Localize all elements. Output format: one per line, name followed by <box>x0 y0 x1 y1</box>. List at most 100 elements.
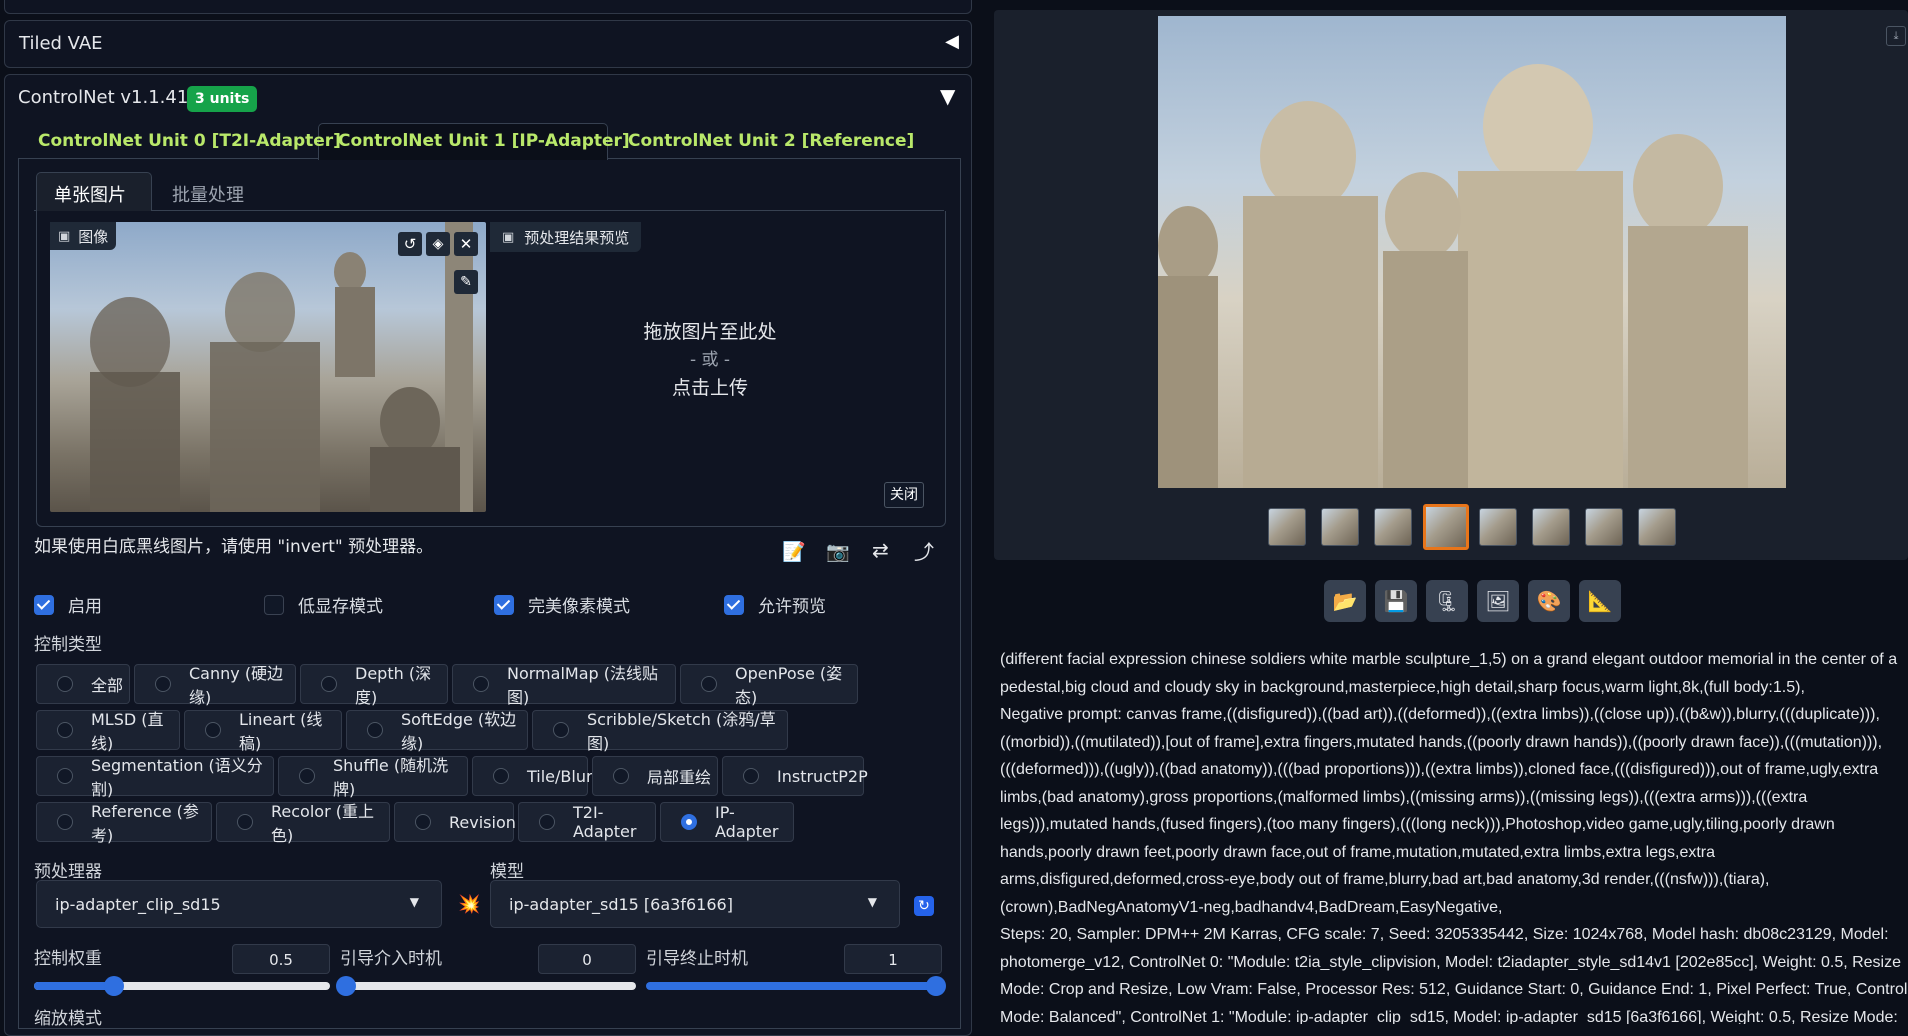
radio-dot[interactable] <box>493 768 509 784</box>
radio-dot[interactable] <box>205 722 221 738</box>
eraser-icon[interactable]: ◈ <box>426 232 450 256</box>
folder-icon[interactable]: 📂 <box>1324 580 1366 622</box>
enable-checkbox-box[interactable] <box>34 594 54 615</box>
radio-reference[interactable]: Reference (参考) <box>36 802 212 845</box>
control-weight-slider-thumb[interactable] <box>104 976 124 996</box>
gallery-thumbnail[interactable] <box>1321 508 1359 546</box>
low-vram-checkbox[interactable]: 低显存模式 <box>264 592 383 617</box>
radio-dot[interactable] <box>321 676 337 692</box>
radio-dot[interactable] <box>415 814 431 830</box>
radio-instructp2p[interactable]: InstructP2P <box>722 756 868 796</box>
control-weight-slider[interactable] <box>34 976 330 996</box>
guidance-start-slider-thumb[interactable] <box>336 976 356 996</box>
tab-batch[interactable]: 批量处理 <box>172 181 244 207</box>
guidance-end-input[interactable]: 1 <box>844 944 942 974</box>
pixel-perfect-checkbox[interactable]: 完美像素模式 <box>494 592 630 617</box>
swap-icon[interactable]: ⇄ <box>872 538 889 562</box>
radio-dot[interactable] <box>57 814 73 830</box>
control-weight-input[interactable]: 0.5 <box>232 944 330 974</box>
radio-depth[interactable]: Depth (深度) <box>300 664 448 707</box>
radio-dot[interactable] <box>57 722 73 738</box>
tab-unit-2[interactable]: ControlNet Unit 2 [Reference] <box>628 131 914 151</box>
tab-unit-0[interactable]: ControlNet Unit 0 [T2I-Adapter] <box>38 131 341 151</box>
gallery-thumbnail[interactable] <box>1268 508 1306 546</box>
gallery-thumbnail[interactable] <box>1479 508 1517 546</box>
gallery-thumbnail[interactable] <box>1638 508 1676 546</box>
zip-icon[interactable]: 🗜 <box>1426 580 1468 622</box>
guidance-start-input[interactable]: 0 <box>538 944 636 974</box>
radio-segmentation[interactable]: Segmentation (语义分割) <box>36 756 274 799</box>
upload-dropzone[interactable]: 拖放图片至此处 - 或 - 点击上传 <box>500 318 920 418</box>
tab-single-image[interactable]: 单张图片 <box>54 181 126 207</box>
radio-dot[interactable] <box>473 676 489 692</box>
allow-preview-checkbox-box[interactable] <box>724 594 744 615</box>
ruler-icon[interactable]: 📐 <box>1579 580 1621 622</box>
generation-info: (different facial expression chinese sol… <box>1000 651 1908 1024</box>
radio-dot[interactable] <box>155 676 171 692</box>
radio-dot[interactable] <box>553 722 569 738</box>
radio-dot[interactable] <box>237 814 253 830</box>
radio-dot[interactable] <box>299 768 315 784</box>
low-vram-checkbox-box[interactable] <box>264 594 284 615</box>
guidance-end-slider[interactable] <box>646 976 946 996</box>
radio-dot[interactable] <box>57 768 73 784</box>
image-label-chip: ▣ 图像 <box>50 222 117 250</box>
radio-label: Canny (硬边缘) <box>189 664 284 707</box>
radio-softedge[interactable]: SoftEdge (软边缘) <box>346 710 528 753</box>
radio-dot[interactable] <box>743 768 759 784</box>
radio-dot[interactable] <box>367 722 383 738</box>
radio-label: T2I-Adapter <box>573 803 637 841</box>
gallery-thumbnail-selected[interactable] <box>1423 504 1469 550</box>
radio-mlsd[interactable]: MLSD (直线) <box>36 710 180 753</box>
radio-all[interactable]: 全部 <box>36 664 130 704</box>
tab-unit-1[interactable]: ControlNet Unit 1 [IP-Adapter] <box>338 131 630 151</box>
brush-icon[interactable]: ✎ <box>454 270 478 294</box>
radio-openpose[interactable]: OpenPose (姿态) <box>680 664 858 707</box>
undo-icon[interactable]: ↺ <box>398 232 422 256</box>
image-icon[interactable]: 🖼 <box>1477 580 1519 622</box>
radio-dot[interactable] <box>613 768 629 784</box>
save-icon[interactable]: 💾 <box>1375 580 1417 622</box>
triangle-left-icon[interactable]: ◀ <box>945 31 959 52</box>
close-icon[interactable]: ✕ <box>454 232 478 256</box>
radio-normalmap[interactable]: NormalMap (法线贴图) <box>452 664 676 707</box>
radio-canny[interactable]: Canny (硬边缘) <box>134 664 296 707</box>
camera-icon[interactable]: 📷 <box>826 540 850 563</box>
radio-lineart[interactable]: Lineart (线稿) <box>184 710 342 753</box>
guidance-start-slider[interactable] <box>336 976 636 996</box>
radio-dot-selected[interactable] <box>681 814 697 830</box>
model-dropdown[interactable]: ip-adapter_sd15 [6a3f6166] ▼ <box>490 880 900 928</box>
tiled-vae-accordion[interactable]: Tiled VAE ◀ <box>4 20 972 68</box>
enable-checkbox[interactable]: 启用 <box>34 592 102 617</box>
pixel-perfect-checkbox-box[interactable] <box>494 594 514 615</box>
radio-recolor[interactable]: Recolor (重上色) <box>216 802 390 845</box>
gallery-thumbnail[interactable] <box>1532 508 1570 546</box>
close-preview-button[interactable]: 关闭 <box>884 482 924 508</box>
guidance-end-slider-thumb[interactable] <box>926 976 946 996</box>
radio-dot[interactable] <box>701 676 717 692</box>
radio-scribble[interactable]: Scribble/Sketch (涂鸦/草图) <box>532 710 788 753</box>
radio-tile[interactable]: Tile/Blur <box>472 756 593 796</box>
refresh-models-icon[interactable]: ↻ <box>914 896 934 916</box>
send-dimensions-icon[interactable]: ⤴ <box>914 536 934 565</box>
radio-revision[interactable]: Revision <box>394 802 516 842</box>
radio-ip-adapter[interactable]: IP-Adapter <box>660 802 794 842</box>
gallery-thumbnail[interactable] <box>1374 508 1412 546</box>
radio-inpaint[interactable]: 局部重绘 <box>592 756 718 796</box>
input-image[interactable] <box>50 222 486 512</box>
radio-shuffle[interactable]: Shuffle (随机洗牌) <box>278 756 468 799</box>
drop-text-or: - 或 - <box>689 350 731 370</box>
radio-dot[interactable] <box>57 676 73 692</box>
radio-t2i-adapter[interactable]: T2I-Adapter <box>518 802 656 842</box>
preprocessor-dropdown[interactable]: ip-adapter_clip_sd15 ▼ <box>36 880 442 928</box>
gallery-thumbnail[interactable] <box>1585 508 1623 546</box>
notepad-icon[interactable]: 📝 <box>782 540 806 563</box>
output-image[interactable] <box>1158 16 1786 488</box>
tiled-vae-title: Tiled VAE <box>19 33 103 54</box>
palette-icon[interactable]: 🎨 <box>1528 580 1570 622</box>
radio-dot[interactable] <box>539 814 555 830</box>
allow-preview-checkbox[interactable]: 允许预览 <box>724 592 826 617</box>
triangle-down-icon[interactable]: ▼ <box>940 84 955 108</box>
download-icon[interactable]: ⤓ <box>1886 26 1906 46</box>
run-preprocessor-icon[interactable]: 💥 <box>458 894 480 915</box>
